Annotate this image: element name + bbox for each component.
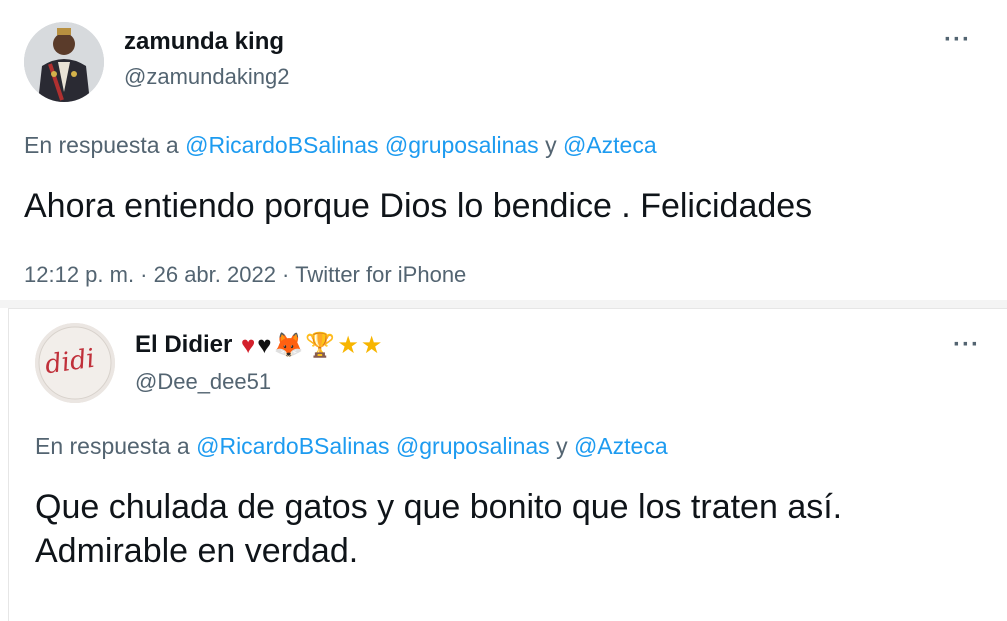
display-name-text: El Didier [135, 331, 233, 358]
tweet-text: Que chulada de gatos y que bonito que lo… [35, 485, 985, 573]
reply-prefix: En respuesta a [35, 433, 190, 459]
red-heart-icon: ♥ [241, 331, 256, 359]
star-icon: ★ [360, 332, 383, 360]
reply-join: y [556, 433, 568, 459]
avatar-image [24, 22, 104, 102]
mention-link[interactable]: @Azteca [574, 433, 668, 459]
tweet-card: didi El Didier ♥♥🦊🏆★★ @Dee_dee51 ··· En … [8, 308, 1007, 621]
tweet-text-line: Admirable en verdad. [35, 532, 359, 570]
reply-join: y [545, 132, 557, 158]
more-options-icon[interactable]: ··· [953, 331, 980, 359]
black-heart-icon: ♥ [257, 331, 272, 359]
trophy-icon: 🏆 [305, 332, 336, 360]
mention-link[interactable]: @RicardoBSalinas [185, 132, 378, 158]
mention-link[interactable]: @gruposalinas [396, 433, 550, 459]
tweet-card: zamunda king @zamundaking2 ··· En respue… [0, 0, 1007, 300]
tweet-text: Ahora entiendo porque Dios lo bendice . … [24, 187, 813, 225]
star-icon: ★ [337, 332, 359, 360]
reply-prefix: En respuesta a [24, 132, 179, 158]
avatar[interactable] [24, 22, 104, 102]
more-options-icon[interactable]: ··· [944, 26, 971, 54]
avatar[interactable]: didi [35, 323, 115, 403]
reply-context: En respuesta a @RicardoBSalinas @gruposa… [24, 132, 657, 159]
tweet-text-line: Que chulada de gatos y que bonito que lo… [35, 488, 843, 526]
user-handle[interactable]: @zamundaking2 [124, 64, 289, 90]
divider [0, 300, 1007, 308]
fox-icon: 🦊 [273, 332, 304, 360]
reply-context: En respuesta a @RicardoBSalinas @gruposa… [35, 433, 668, 460]
mention-link[interactable]: @Azteca [563, 132, 657, 158]
display-name[interactable]: zamunda king [124, 28, 284, 56]
mention-link[interactable]: @gruposalinas [385, 132, 539, 158]
tweet-timestamp[interactable]: 12:12 p. m. · 26 abr. 2022 · Twitter for… [24, 262, 466, 288]
user-handle[interactable]: @Dee_dee51 [135, 369, 271, 395]
mention-link[interactable]: @RicardoBSalinas [196, 433, 389, 459]
display-name[interactable]: El Didier ♥♥🦊🏆★★ [135, 331, 382, 360]
